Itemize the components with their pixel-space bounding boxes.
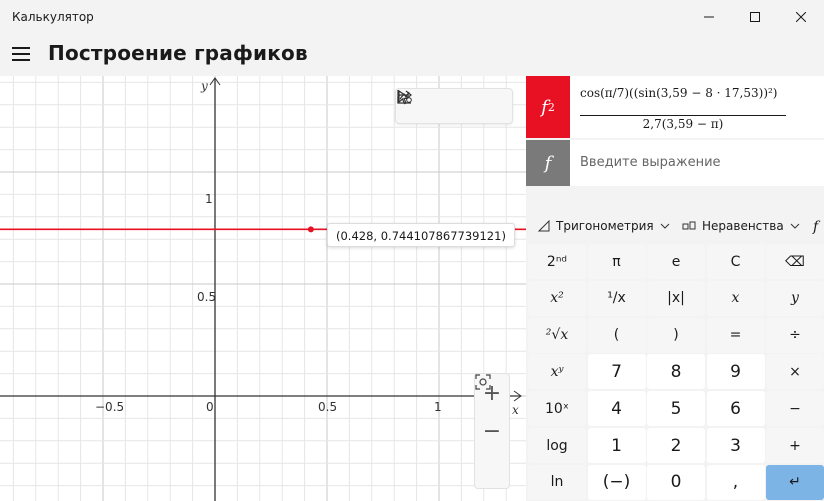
x-tick-label: 1 [434,400,442,414]
digit-6-button[interactable]: 6 [706,391,765,427]
digit-8-button[interactable]: 8 [647,354,705,390]
function-color-tag[interactable]: f2 [526,76,570,138]
y-axis-name: y [201,79,208,93]
ten-power-button[interactable]: 10ˣ [528,391,586,427]
dropdown-label: Неравенства [702,219,784,233]
fraction-bar [580,115,786,116]
x-axis-name: x [512,403,519,417]
share-icon[interactable] [397,90,468,120]
y-tick-label: 1 [205,192,213,206]
keypad-dropdowns: Тригонометрия Неравенства f [526,214,824,242]
reset-view-icon[interactable] [475,374,507,484]
zoom-out-button[interactable]: − [477,416,507,446]
expression-input-placeholder[interactable]: Введите выражение [580,155,721,170]
inequality-icon [682,221,696,230]
digit-4-button[interactable]: 4 [587,391,646,427]
backspace-button[interactable]: ⌫ [766,244,824,279]
graph-canvas[interactable]: y x −0.5 0 0.5 1 1 0.5 (0.428, 0.7441078… [0,76,526,501]
triangle-icon [538,220,550,232]
close-button[interactable] [778,0,824,34]
abs-button[interactable]: |x| [647,280,705,316]
graph-svg [0,76,526,501]
sqrt-button[interactable]: ²√x [528,317,586,353]
digit-0-button[interactable]: 0 [647,464,705,500]
digit-5-button[interactable]: 5 [647,391,705,427]
x-variable-button[interactable]: x [706,280,765,316]
function-color-tag[interactable]: f [526,140,570,186]
dropdown-label: f [813,219,819,235]
x-tick-label: 0.5 [318,400,338,414]
y-tick-label: 0.5 [197,290,217,304]
digit-2-button[interactable]: 2 [647,428,705,463]
maximize-button[interactable] [732,0,778,34]
negate-button[interactable]: (−) [587,464,646,500]
digit-9-button[interactable]: 9 [706,354,765,390]
digit-7-button[interactable]: 7 [587,354,646,390]
function-panel: f2 cos(π/7)((sin(3,59 − 8 · 17,53))²) 2,… [526,76,824,501]
function-tag-index: 2 [547,100,555,114]
app-header: Построение графиков [0,34,824,76]
function-entry[interactable]: f2 cos(π/7)((sin(3,59 − 8 · 17,53))²) 2,… [526,76,824,138]
pi-button[interactable]: π [587,244,646,279]
e-button[interactable]: e [647,244,705,279]
clear-button[interactable]: C [706,244,765,279]
ln-button[interactable]: ln [528,464,586,500]
inequalities-dropdown[interactable]: Неравенства [682,219,800,233]
trigonometry-dropdown[interactable]: Тригонометрия [538,219,670,233]
digit-3-button[interactable]: 3 [706,428,765,463]
graph-settings-icon[interactable] [397,90,507,120]
title-bar: Калькулятор [0,0,824,34]
trace-tooltip: (0.428, 0.744107867739121) [327,223,515,247]
x-tick-label: −0.5 [95,400,125,414]
menu-icon[interactable] [12,46,30,62]
multiply-button[interactable]: × [766,354,824,390]
function-dropdown[interactable]: f [813,219,818,235]
log-button[interactable]: log [528,428,586,463]
trace-point[interactable] [307,226,314,233]
keypad: 2ⁿᵈ π e C ⌫ x² ¹/x |x| x y ²√x() = ÷ xʸ 7 8 9 × 10ˣ 4 5 6− log… [526,244,824,501]
divide-button[interactable]: ÷ [766,317,824,353]
function-entry-empty[interactable]: f Введите выражение [526,140,824,186]
x-tick-label: 0 [206,400,214,414]
minus-button[interactable]: − [766,391,824,427]
close-paren-button[interactable]: ) [647,317,705,353]
enter-button[interactable]: ↵ [766,464,824,500]
square-button[interactable]: x² [528,280,586,316]
function-denominator: 2,7(3,59 − π) [642,117,724,131]
window-title: Калькулятор [12,10,94,24]
function-tag-letter: f [541,96,548,118]
function-tag-letter: f [544,152,552,174]
zoom-controls: + − [474,373,510,489]
equals-sign-button[interactable]: = [706,317,765,353]
page-title: Построение графиков [48,41,308,65]
dropdown-label: Тригонометрия [556,219,654,233]
minimize-button[interactable] [686,0,732,34]
second-button[interactable]: 2ⁿᵈ [528,244,586,279]
decimal-button[interactable]: , [706,464,765,500]
chevron-down-icon [790,223,800,229]
reciprocal-button[interactable]: ¹/x [587,280,646,316]
graph-toolbar [395,88,513,124]
power-button[interactable]: xʸ [528,354,586,390]
y-variable-button[interactable]: y [766,280,824,316]
digit-1-button[interactable]: 1 [587,428,646,463]
chevron-down-icon [660,223,669,229]
plus-button[interactable]: + [766,428,824,463]
open-paren-button[interactable]: ( [587,317,646,353]
function-numerator: cos(π/7)((sin(3,59 − 8 · 17,53))²) [580,86,778,100]
